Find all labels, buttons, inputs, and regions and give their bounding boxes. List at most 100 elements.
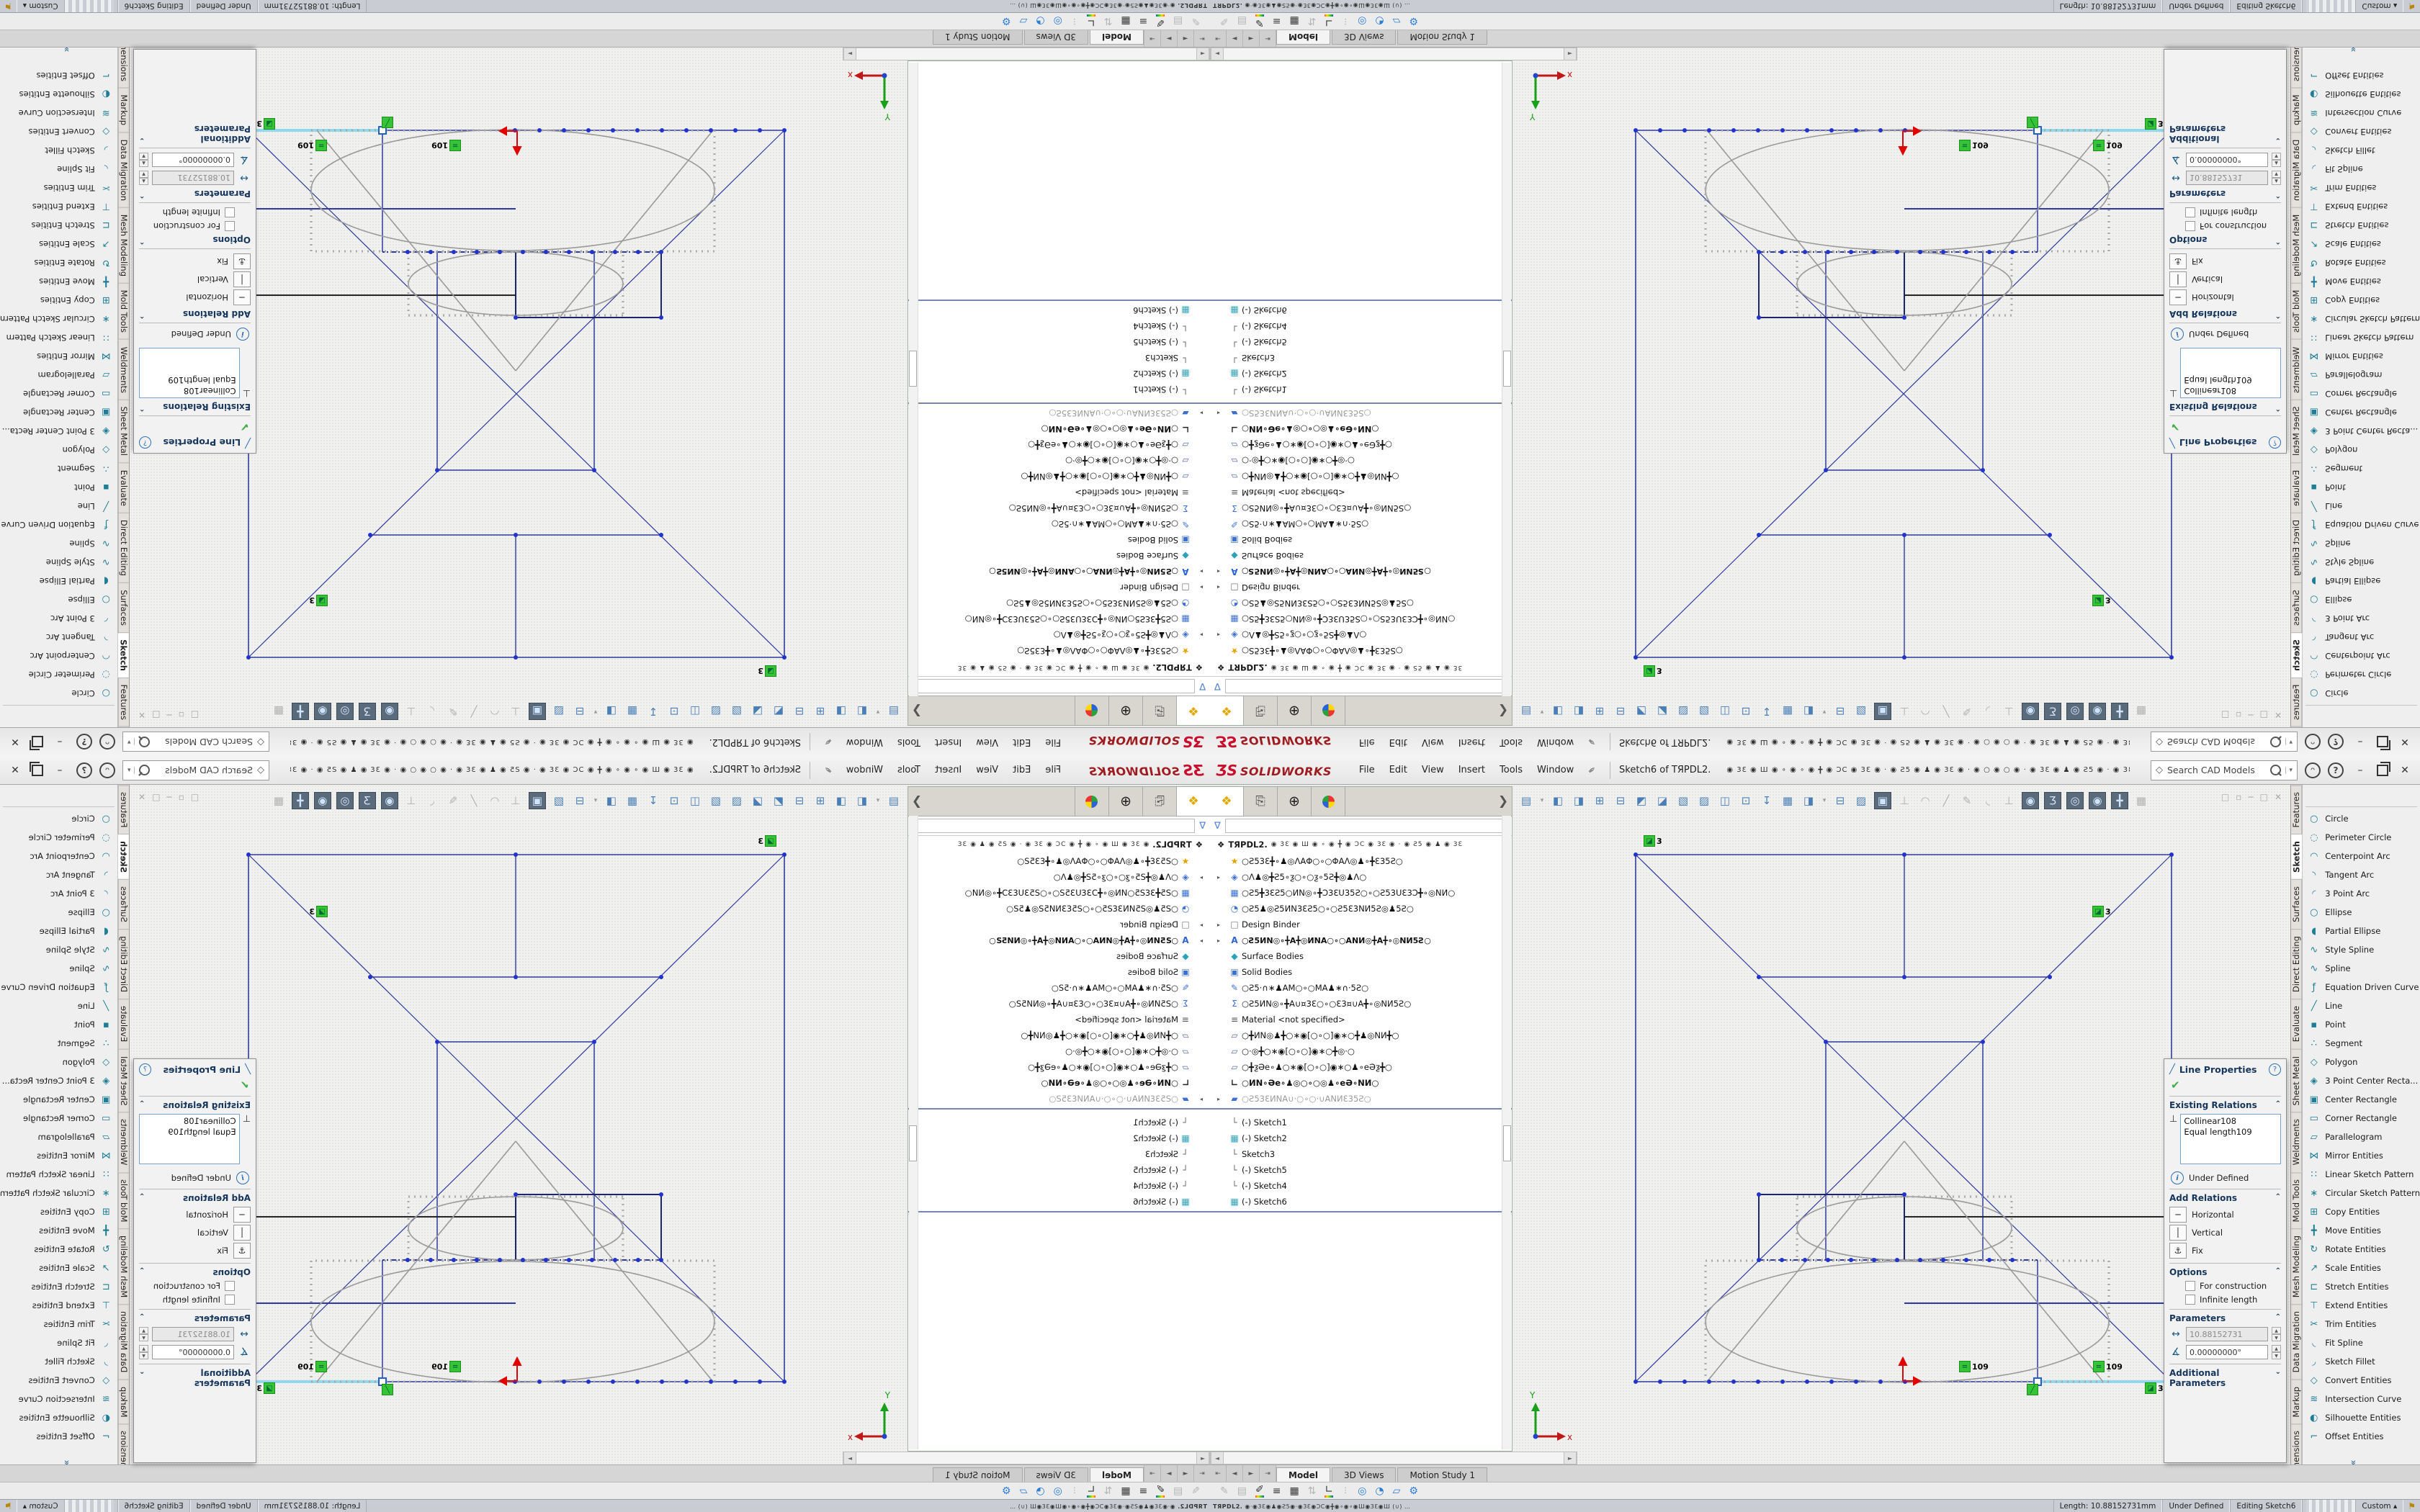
headsup-toolbar-icon[interactable]: Ʒ <box>2044 703 2061 720</box>
length-stepper[interactable]: ▲▼ <box>139 171 148 185</box>
fix-relation-badge[interactable]: ◪ 3 <box>309 595 328 606</box>
sketch-tool-item[interactable]: ∗ Circular Sketch Pattern <box>0 1184 117 1202</box>
help-icon[interactable]: ? <box>2328 762 2344 778</box>
sketch-tool-item[interactable]: ▪ Point <box>0 1015 117 1034</box>
sketch-tool-item[interactable]: ◌ Perimeter Circle <box>0 828 117 847</box>
menu-item[interactable]: Edit <box>1005 734 1038 750</box>
sketch-tool-item[interactable]: ▱ Parallelogram <box>2303 366 2420 384</box>
add-relation-button[interactable]: ─ Horizontal <box>2169 1207 2281 1223</box>
pin-icon[interactable]: ✒ <box>1586 735 1600 750</box>
tree-row[interactable]: ▸ A ○Ƨ5ИN◎∘╋A╋◎ИNA○∘○ANИ◎╋A╋∘◎NИ5Ƨ○ <box>908 564 1210 580</box>
tree-filter-input[interactable] <box>913 679 1195 693</box>
tree-row[interactable]: ▱ ○·◎╋○∗◉[○∘○]◉∗○╋◎·○ <box>1210 1043 1512 1059</box>
equal-relation-badge[interactable]: = 109 <box>297 1361 327 1372</box>
sketch-tool-item[interactable]: ◇ Convert Entities <box>2303 122 2420 141</box>
existing-relation-item[interactable]: Collinear108 <box>2184 1116 2277 1127</box>
tab-propertymanager[interactable]: ⎘ <box>1244 696 1278 725</box>
document-window-control-icon[interactable]: ▫ <box>179 792 184 802</box>
tree-root-row[interactable]: ❖ TЯPDL2. ◉ 3Ɛ ◉ Ш ◉ ∘ ◉ ╋ ◉ ƆC ◉ 3Ɛ ◉ ·… <box>1210 659 1512 676</box>
collapse-icon[interactable]: ⌃ <box>2275 1313 2281 1323</box>
sketch-tool-item[interactable]: ▭ Corner Rectangle <box>0 1109 117 1128</box>
headsup-toolbar-icon[interactable]: ◨ <box>1571 793 1587 809</box>
headsup-toolbar-icon[interactable]: ⊟ <box>1832 793 1848 809</box>
tree-row[interactable]: ▱ ○╋ИN◎♟╋○∗◉[○∘○]◉∗○╋♟◎NИ╋○ <box>908 469 1210 485</box>
sketch-tool-item[interactable]: ∿ Spline <box>2303 959 2420 978</box>
quick-tip-flag-icon[interactable]: ⚑ <box>0 1501 17 1511</box>
checkbox[interactable] <box>2185 221 2195 231</box>
menu-item[interactable]: Window <box>1530 762 1581 778</box>
checkbox[interactable] <box>225 207 235 217</box>
headsup-toolbar-icon[interactable]: ◠ <box>1917 703 1933 719</box>
sketch-tool-item[interactable]: ▱ Parallelogram <box>2303 1128 2420 1146</box>
doc-tab-nav-button[interactable]: ◄ <box>1177 30 1193 47</box>
headsup-toolbar-icon[interactable]: ⊟ <box>572 703 588 719</box>
tree-row[interactable]: └ (-) Sketch1 <box>908 382 1210 397</box>
minimize-button[interactable]: – <box>2351 737 2370 748</box>
tree-row[interactable] <box>1210 296 1512 301</box>
bottom-toolbar-icon[interactable]: ◎ <box>1054 1485 1062 1497</box>
document-window-control-icon[interactable]: ▫ <box>179 710 184 720</box>
bottom-toolbar-icon[interactable]: ▦ <box>1121 16 1130 27</box>
headsup-toolbar-icon[interactable]: ⊞ <box>1592 793 1608 809</box>
search-input[interactable]: Search CAD Models <box>2167 765 2266 775</box>
headsup-toolbar-icon[interactable]: ◪ <box>750 793 766 809</box>
sketch-tool-item[interactable]: ⊤ Extend Entities <box>0 1296 117 1315</box>
commandmanager-tab[interactable]: Weldments <box>2291 1112 2302 1171</box>
sketch-tool-item[interactable]: ◞ Sketch Fillet <box>0 1352 117 1371</box>
headsup-toolbar-icon[interactable]: ◟ <box>424 793 440 809</box>
pm-help-icon[interactable]: ? <box>139 436 151 449</box>
doc-tab-nav-button[interactable]: ⇤ <box>1210 30 1227 47</box>
document-window-control-icon[interactable]: ✕ <box>138 792 145 802</box>
headsup-toolbar-icon[interactable]: ╋ <box>2111 703 2128 720</box>
bottom-toolbar-icon[interactable]: ∟ <box>1087 14 1095 28</box>
tree-row[interactable]: ▱ ○╋ƺƏe∘♟○∗◉[○∘○]◉∗○♟∘eƏƺ╋○ <box>908 1059 1210 1075</box>
tree-row[interactable]: ▱ ○╋ИN◎♟╋○∗◉[○∘○]◉∗○╋♟◎NИ╋○ <box>1210 469 1512 485</box>
tree-expand-arrow-icon[interactable]: ❯ <box>908 787 926 816</box>
tree-expand-arrow-icon[interactable]: ❯ <box>1494 787 1512 816</box>
tree-row[interactable]: ▦ (-) Sketch6 <box>908 302 1210 318</box>
headsup-toolbar-icon[interactable]: ⊞ <box>1592 703 1608 719</box>
horizontal-scrollbar[interactable]: ◄ ► <box>843 48 1210 60</box>
checkbox[interactable] <box>2185 207 2195 217</box>
headsup-toolbar-icon[interactable]: ▨ <box>1696 793 1712 809</box>
restore-button[interactable] <box>2377 737 2388 748</box>
headsup-toolbar-icon[interactable]: ◨ <box>604 703 619 719</box>
sketch-tool-item[interactable]: ∿ Spline <box>0 534 117 553</box>
bottom-toolbar-icon[interactable]: ✐ <box>1255 1484 1264 1498</box>
tree-row[interactable]: ▱ ○╋ƺƏe∘♟○∗◉[○∘○]◉∗○♟∘eƏƺ╋○ <box>908 437 1210 453</box>
sketch-tool-item[interactable]: ◖ Partial Ellipse <box>0 922 117 940</box>
commandmanager-tab[interactable]: Surfaces <box>2291 583 2302 633</box>
angle-field[interactable]: 0.00000000° <box>152 1345 234 1359</box>
tree-row-expand-icon[interactable]: ▸ <box>1193 922 1203 928</box>
doc-tab-nav-button[interactable]: ► <box>1243 1465 1260 1482</box>
tab-configurationmanager[interactable]: ⊕ <box>1278 787 1312 816</box>
menu-item[interactable]: Insert <box>928 762 969 778</box>
sketch-tool-item[interactable]: ◠ Centerpoint Arc <box>0 647 117 665</box>
tree-row[interactable]: ✎ ○Ƨ5·∩∗♟AM○∘○MA♟∗∩·5Ƨ○ <box>1210 516 1512 532</box>
tree-row[interactable]: ▦ (-) Sketch6 <box>1210 1194 1512 1210</box>
tree-row[interactable]: ≡ Material <not specified> <box>1210 1012 1512 1027</box>
bottom-toolbar-icon[interactable]: ✐ <box>1156 14 1165 28</box>
option-checkbox-row[interactable]: For construction <box>139 221 235 231</box>
sketch-tool-item[interactable]: ▣ Center Rectangle <box>0 1090 117 1109</box>
add-relation-button[interactable]: │ Vertical <box>139 271 251 287</box>
bottom-toolbar-icon[interactable]: ⇅ <box>1104 16 1113 27</box>
bottom-toolbar-icon[interactable]: ◔ <box>1036 16 1044 27</box>
tree-row[interactable]: ▦ (-) Sketch2 <box>1210 1130 1512 1146</box>
sketch-tool-item[interactable]: ◌ Perimeter Circle <box>0 665 117 684</box>
bottom-toolbar-icon[interactable]: ▦ <box>1289 16 1299 27</box>
tree-filter-input[interactable] <box>1225 819 1507 833</box>
help-icon[interactable]: ? <box>76 734 92 750</box>
bottom-toolbar-icon[interactable]: ◎ <box>1054 16 1062 27</box>
menu-item[interactable]: Window <box>839 734 890 750</box>
sketch-tool-item[interactable]: ◟ Fit Spline <box>0 160 117 179</box>
sketch-tool-item[interactable]: ∷ Linear Sketch Pattern <box>0 1165 117 1184</box>
collapse-icon[interactable]: ⌃ <box>139 189 145 199</box>
tree-row[interactable] <box>908 296 1210 301</box>
headsup-toolbar-icon[interactable]: ◩ <box>771 793 786 809</box>
sketch-tool-item[interactable]: ╋ Move Entities <box>2303 272 2420 291</box>
menu-item[interactable]: Window <box>839 762 890 778</box>
headsup-toolbar-icon[interactable]: ▧ <box>729 793 745 809</box>
headsup-toolbar-icon[interactable]: ◪ <box>1654 703 1670 719</box>
equal-relation-badge[interactable]: = 109 <box>1959 140 1989 151</box>
